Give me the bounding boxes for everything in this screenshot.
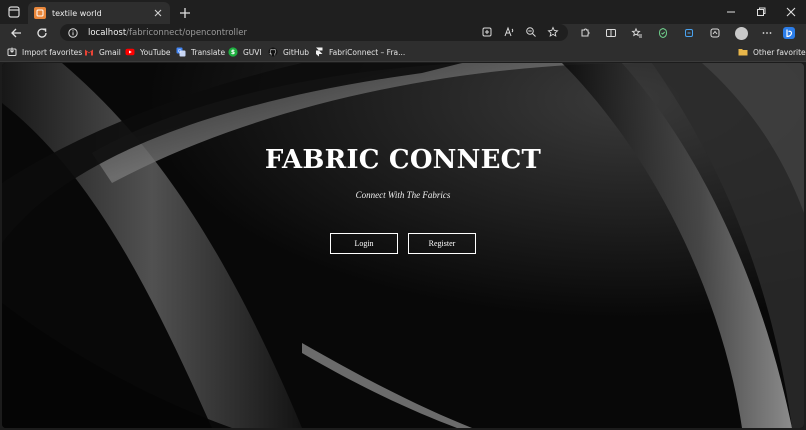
favorite-github[interactable]: GitHub xyxy=(268,45,309,59)
url-text: localhost/fabriconnect/opencontroller xyxy=(88,28,247,38)
login-button[interactable]: Login xyxy=(330,233,398,254)
favorite-import[interactable]: Import favorites xyxy=(7,45,82,59)
youtube-icon xyxy=(125,47,135,57)
background-swoosh-image xyxy=(2,63,804,428)
zoom-icon[interactable] xyxy=(524,25,538,39)
translate-icon: G xyxy=(176,47,186,57)
extensions-icon[interactable] xyxy=(572,25,598,41)
favorite-guvi[interactable]: $ GUVI xyxy=(228,45,262,59)
site-info-icon[interactable] xyxy=(68,23,78,42)
svg-text:$: $ xyxy=(231,49,235,56)
performance-icon[interactable] xyxy=(702,25,728,41)
favicon-icon xyxy=(34,7,46,19)
page-title: FABRIC CONNECT xyxy=(264,145,542,175)
url-path: /fabriconnect/opencontroller xyxy=(126,27,247,38)
gmail-icon xyxy=(84,47,94,57)
close-tab-icon[interactable] xyxy=(152,7,164,19)
tab-actions-icon[interactable] xyxy=(6,4,22,20)
favorite-label: GitHub xyxy=(283,47,309,57)
favorite-translate[interactable]: G Translate xyxy=(176,45,225,59)
refresh-icon[interactable] xyxy=(34,25,50,41)
favorite-label: Import favorites xyxy=(22,47,83,57)
framer-icon xyxy=(314,47,324,57)
back-icon[interactable] xyxy=(8,25,24,41)
favorite-gmail[interactable]: Gmail xyxy=(84,45,121,59)
favorite-label: FabriConnect – Fra... xyxy=(329,47,406,57)
favorite-youtube[interactable]: YouTube xyxy=(125,45,171,59)
favorite-label: Gmail xyxy=(99,47,121,57)
favorites-bar: Import favorites Gmail YouTube G Transla… xyxy=(0,42,806,62)
restore-icon[interactable] xyxy=(746,0,776,24)
app-available-icon[interactable] xyxy=(480,25,494,39)
profile-avatar[interactable] xyxy=(728,25,754,41)
guvi-icon: $ xyxy=(228,47,238,57)
split-screen-icon[interactable] xyxy=(598,25,624,41)
page-subtitle: Connect With The Fabrics xyxy=(355,190,451,200)
tab-strip: textile world xyxy=(0,0,806,24)
github-icon xyxy=(268,47,278,57)
favorite-label: YouTube xyxy=(140,47,171,57)
page-viewport: FABRIC CONNECT Connect With The Fabrics … xyxy=(2,63,804,428)
window-controls xyxy=(716,0,806,24)
new-tab-icon[interactable] xyxy=(178,5,192,19)
toolbar-right xyxy=(572,25,798,41)
read-aloud-icon[interactable] xyxy=(502,25,516,39)
browser-essentials-icon[interactable] xyxy=(650,25,676,41)
copilot-icon[interactable] xyxy=(780,25,798,41)
other-favorites-label: Other favorites xyxy=(753,47,806,57)
favorite-label: GUVI xyxy=(243,47,262,57)
url-host: localhost xyxy=(88,27,127,38)
svg-text:G: G xyxy=(178,48,182,54)
favorite-star-icon[interactable] xyxy=(546,25,560,39)
favorite-fabriconnect[interactable]: FabriConnect – Fra... xyxy=(314,45,405,59)
close-window-icon[interactable] xyxy=(776,0,806,24)
folder-icon xyxy=(738,47,748,57)
favorite-label: Translate xyxy=(191,47,226,57)
collections-icon[interactable] xyxy=(676,25,702,41)
more-options-icon[interactable] xyxy=(754,25,780,41)
other-favorites[interactable]: Other favorites xyxy=(738,45,806,59)
favorites-icon[interactable] xyxy=(624,25,650,41)
minimize-icon[interactable] xyxy=(716,0,746,24)
browser-toolbar: localhost/fabriconnect/opencontroller xyxy=(0,24,806,42)
active-tab[interactable]: textile world xyxy=(28,2,170,24)
import-icon xyxy=(7,47,17,57)
address-bar[interactable]: localhost/fabriconnect/opencontroller xyxy=(60,24,568,41)
register-button[interactable]: Register xyxy=(408,233,476,254)
tab-title: textile world xyxy=(52,8,102,18)
